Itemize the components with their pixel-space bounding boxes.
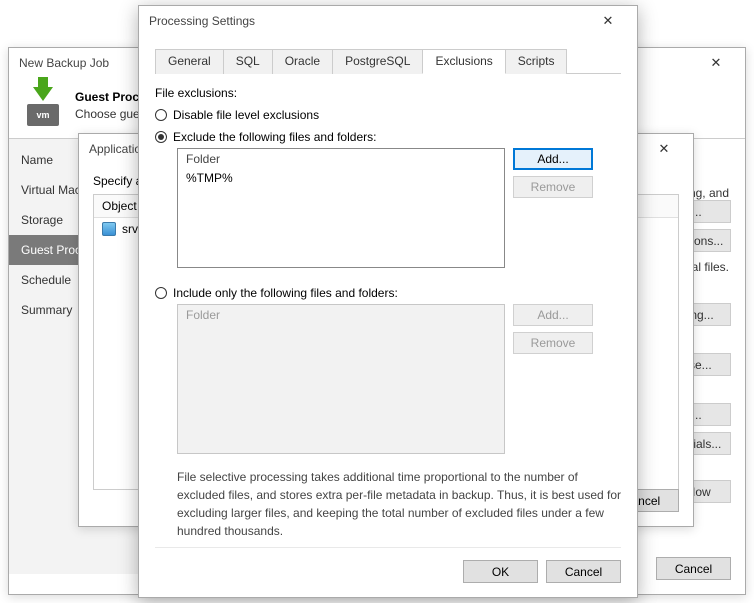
radio-icon	[155, 109, 167, 121]
column-header-folder[interactable]: Folder	[178, 149, 504, 169]
exclude-list[interactable]: Folder %TMP%	[177, 148, 505, 268]
ok-button[interactable]: OK	[463, 560, 538, 583]
tab-postgresql[interactable]: PostgreSQL	[332, 49, 423, 74]
add-button: Add...	[513, 304, 593, 326]
vm-download-icon: vm	[23, 90, 63, 130]
tabstrip: General SQL Oracle PostgreSQL Exclusions…	[155, 48, 621, 74]
close-icon[interactable]: ✕	[589, 13, 627, 29]
disks-icon	[102, 222, 116, 236]
help-text: File selective processing takes addition…	[177, 468, 621, 540]
include-list: Folder	[177, 304, 505, 454]
tab-general[interactable]: General	[155, 49, 224, 74]
add-button[interactable]: Add...	[513, 148, 593, 170]
radio-exclude[interactable]: Exclude the following files and folders:	[155, 130, 621, 144]
tab-sql[interactable]: SQL	[223, 49, 273, 74]
tab-oracle[interactable]: Oracle	[272, 49, 333, 74]
tab-exclusions[interactable]: Exclusions	[422, 49, 505, 74]
tab-scripts[interactable]: Scripts	[505, 49, 568, 74]
column-header-folder: Folder	[178, 305, 504, 325]
titlebar[interactable]: Processing Settings ✕	[139, 6, 637, 36]
cancel-button[interactable]: Cancel	[546, 560, 621, 583]
processing-settings-window: Processing Settings ✕ General SQL Oracle…	[138, 5, 638, 598]
close-icon[interactable]: ✕	[645, 141, 683, 157]
section-label: File exclusions:	[155, 86, 621, 100]
remove-button: Remove	[513, 332, 593, 354]
close-icon[interactable]: ✕	[697, 55, 735, 71]
window-title: Processing Settings	[149, 14, 589, 28]
radio-include[interactable]: Include only the following files and fol…	[155, 286, 621, 300]
radio-icon	[155, 287, 167, 299]
list-item[interactable]: %TMP%	[186, 171, 496, 185]
remove-button: Remove	[513, 176, 593, 198]
object-name: srv	[122, 222, 138, 236]
cancel-button[interactable]: Cancel	[656, 557, 731, 580]
radio-icon	[155, 131, 167, 143]
radio-disable[interactable]: Disable file level exclusions	[155, 108, 621, 122]
